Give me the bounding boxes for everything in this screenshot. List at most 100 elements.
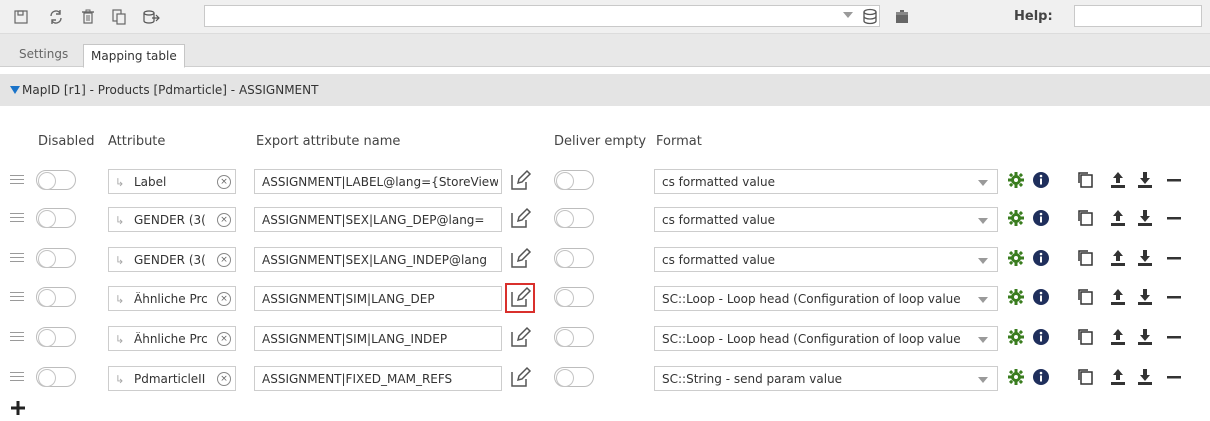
remove-icon[interactable]	[1164, 208, 1184, 228]
toolbox-icon[interactable]	[893, 8, 911, 26]
drag-handle-icon[interactable]	[10, 292, 24, 302]
gear-icon[interactable]	[1006, 367, 1026, 387]
gear-icon[interactable]	[1006, 170, 1026, 190]
format-select[interactable]: cs formatted value	[654, 247, 998, 272]
download-icon[interactable]	[1135, 287, 1155, 307]
copy-icon[interactable]	[110, 8, 128, 26]
deliver-empty-toggle[interactable]	[554, 248, 594, 268]
deliver-empty-toggle[interactable]	[554, 170, 594, 190]
clear-icon[interactable]: ×	[217, 372, 231, 386]
disabled-toggle[interactable]	[36, 327, 76, 347]
remove-icon[interactable]	[1164, 367, 1184, 387]
edit-icon[interactable]	[508, 169, 532, 193]
remove-icon[interactable]	[1164, 327, 1184, 347]
deliver-empty-toggle[interactable]	[554, 208, 594, 228]
edit-icon[interactable]	[508, 366, 532, 390]
deliver-empty-toggle[interactable]	[554, 287, 594, 307]
upload-icon[interactable]	[1108, 367, 1128, 387]
upload-icon[interactable]	[1108, 248, 1128, 268]
export-attribute-name-field[interactable]: ASSIGNMENT|FIXED_MAM_REFS	[254, 366, 502, 391]
export-attribute-name-field[interactable]: ASSIGNMENT|SEX|LANG_DEP@lang=	[254, 207, 502, 232]
attribute-field[interactable]: ↳ GENDER (3( ×	[108, 207, 236, 232]
disabled-toggle[interactable]	[36, 208, 76, 228]
tab-mapping-table[interactable]: Mapping table	[83, 44, 185, 68]
export-attribute-name-field[interactable]: ASSIGNMENT|SIM|LANG_DEP	[254, 286, 502, 311]
edit-icon[interactable]	[508, 247, 532, 271]
format-select[interactable]: SC::String - send param value	[654, 366, 998, 391]
chevron-down-icon[interactable]	[978, 337, 988, 343]
drag-handle-icon[interactable]	[10, 213, 24, 223]
database-icon[interactable]	[862, 8, 880, 26]
export-attribute-name-field[interactable]: ASSIGNMENT|LABEL@lang={StoreView	[254, 169, 502, 194]
edit-icon[interactable]	[508, 207, 532, 231]
upload-icon[interactable]	[1108, 208, 1128, 228]
clear-icon[interactable]: ×	[217, 332, 231, 346]
attribute-field[interactable]: ↳ Ähnliche Prc ×	[108, 286, 236, 311]
attribute-field[interactable]: ↳ Ähnliche Prc ×	[108, 326, 236, 351]
duplicate-icon[interactable]	[1076, 248, 1096, 268]
clear-icon[interactable]: ×	[217, 253, 231, 267]
drag-handle-icon[interactable]	[10, 175, 24, 185]
add-icon[interactable]	[10, 400, 26, 416]
deliver-empty-toggle[interactable]	[554, 327, 594, 347]
chevron-down-icon[interactable]	[978, 377, 988, 383]
download-icon[interactable]	[1135, 327, 1155, 347]
disabled-toggle[interactable]	[36, 367, 76, 387]
format-select[interactable]: cs formatted value	[654, 207, 998, 232]
refresh-icon[interactable]	[47, 8, 65, 26]
duplicate-icon[interactable]	[1076, 287, 1096, 307]
help-input[interactable]	[1074, 5, 1202, 27]
clear-icon[interactable]: ×	[217, 292, 231, 306]
chevron-down-icon[interactable]	[843, 12, 853, 18]
info-icon[interactable]	[1031, 208, 1051, 228]
gear-icon[interactable]	[1006, 208, 1026, 228]
delete-icon[interactable]	[79, 8, 97, 26]
duplicate-icon[interactable]	[1076, 208, 1096, 228]
save-icon[interactable]	[12, 8, 30, 26]
chevron-down-icon[interactable]	[978, 258, 988, 264]
chevron-down-icon[interactable]	[978, 180, 988, 186]
edit-icon[interactable]	[508, 326, 532, 350]
download-icon[interactable]	[1135, 208, 1155, 228]
download-icon[interactable]	[1135, 248, 1155, 268]
upload-icon[interactable]	[1108, 287, 1128, 307]
format-select[interactable]: SC::Loop - Loop head (Configuration of l…	[654, 326, 998, 351]
remove-icon[interactable]	[1164, 287, 1184, 307]
export-icon[interactable]	[142, 8, 160, 26]
gear-icon[interactable]	[1006, 248, 1026, 268]
section-header[interactable]: MapID [r1] - Products [Pdmarticle] - ASS…	[0, 74, 1210, 106]
disabled-toggle[interactable]	[36, 170, 76, 190]
format-select[interactable]: SC::Loop - Loop head (Configuration of l…	[654, 286, 998, 311]
chevron-down-icon[interactable]	[978, 297, 988, 303]
remove-icon[interactable]	[1164, 248, 1184, 268]
chevron-down-icon[interactable]	[978, 218, 988, 224]
tab-settings[interactable]: Settings	[12, 43, 75, 67]
drag-handle-icon[interactable]	[10, 253, 24, 263]
clear-icon[interactable]: ×	[217, 213, 231, 227]
download-icon[interactable]	[1135, 367, 1155, 387]
info-icon[interactable]	[1031, 287, 1051, 307]
clear-icon[interactable]: ×	[217, 175, 231, 189]
disabled-toggle[interactable]	[36, 248, 76, 268]
upload-icon[interactable]	[1108, 327, 1128, 347]
gear-icon[interactable]	[1006, 287, 1026, 307]
export-attribute-name-field[interactable]: ASSIGNMENT|SIM|LANG_INDEP	[254, 326, 502, 351]
duplicate-icon[interactable]	[1076, 170, 1096, 190]
deliver-empty-toggle[interactable]	[554, 367, 594, 387]
duplicate-icon[interactable]	[1076, 367, 1096, 387]
info-icon[interactable]	[1031, 327, 1051, 347]
upload-icon[interactable]	[1108, 170, 1128, 190]
drag-handle-icon[interactable]	[10, 372, 24, 382]
attribute-field[interactable]: ↳ GENDER (3( ×	[108, 247, 236, 272]
attribute-field[interactable]: ↳ Label ×	[108, 169, 236, 194]
export-attribute-name-field[interactable]: ASSIGNMENT|SEX|LANG_INDEP@lang	[254, 247, 502, 272]
info-icon[interactable]	[1031, 248, 1051, 268]
attribute-field[interactable]: ↳ PdmarticleII ×	[108, 366, 236, 391]
info-icon[interactable]	[1031, 367, 1051, 387]
download-icon[interactable]	[1135, 170, 1155, 190]
disabled-toggle[interactable]	[36, 287, 76, 307]
remove-icon[interactable]	[1164, 170, 1184, 190]
toolbar-main-input[interactable]	[204, 5, 880, 27]
duplicate-icon[interactable]	[1076, 327, 1096, 347]
expand-triangle-icon[interactable]	[10, 86, 20, 94]
